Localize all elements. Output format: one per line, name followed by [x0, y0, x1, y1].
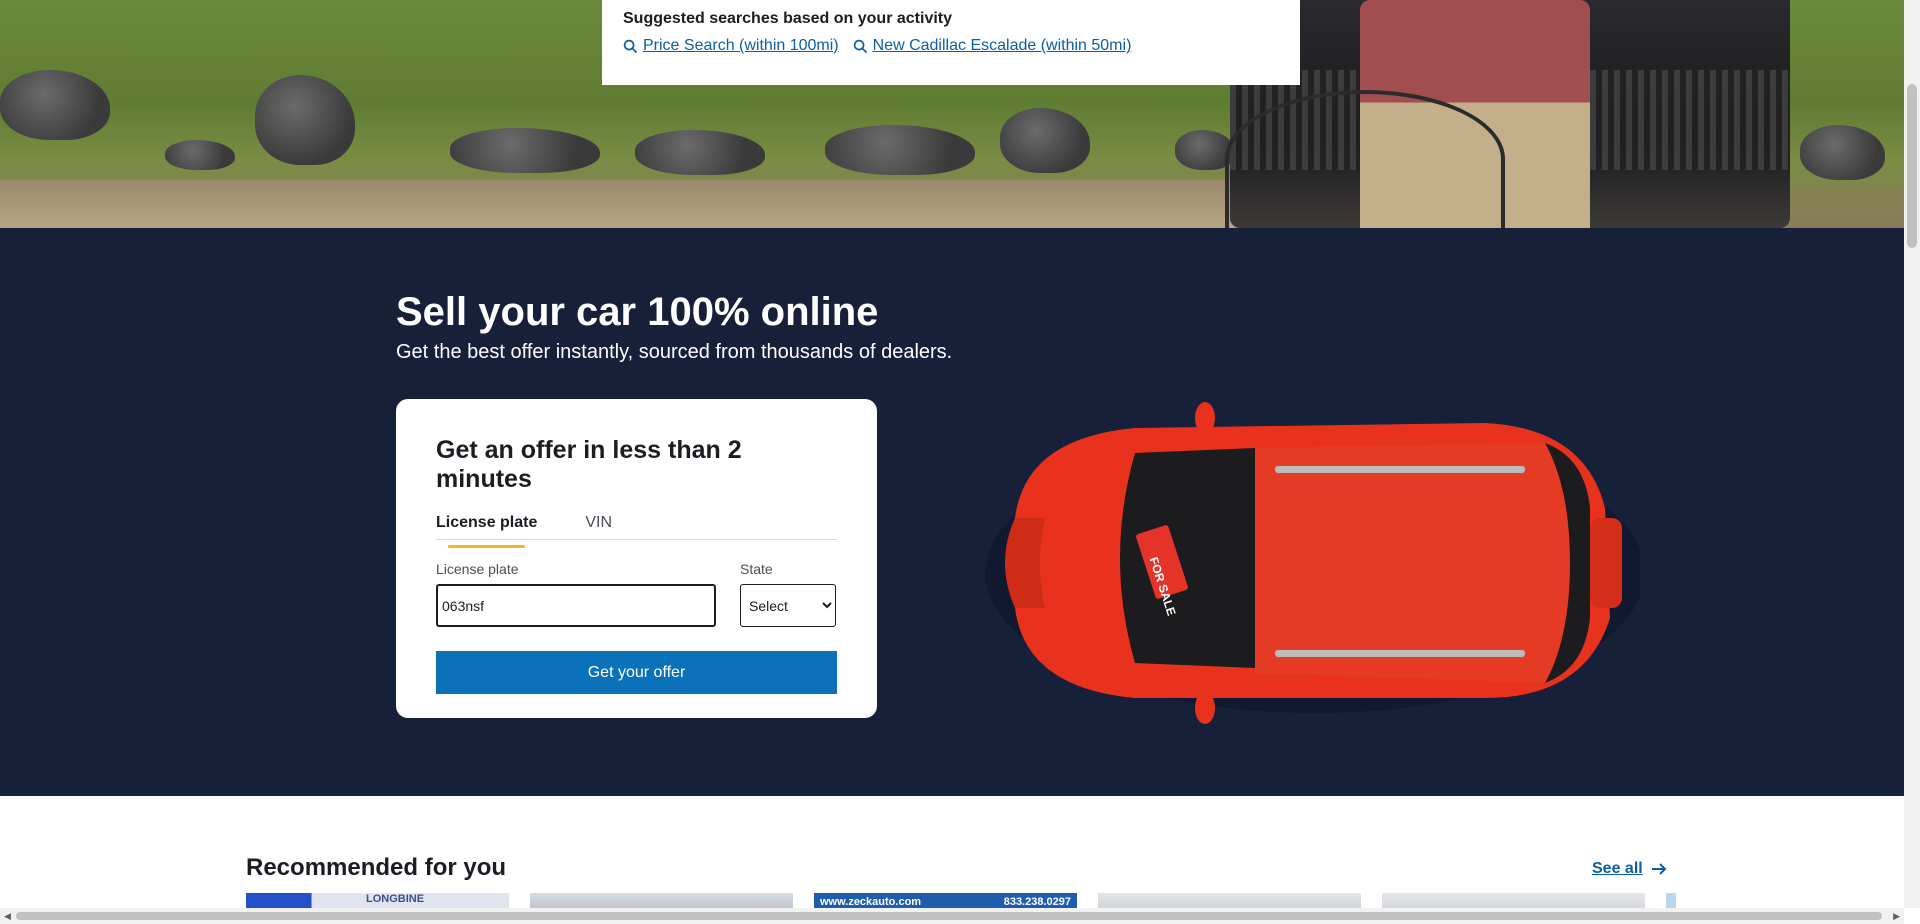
suggested-searches-title: Suggested searches based on your activit… [623, 10, 953, 27]
scroll-right-arrow-icon[interactable]: ▶ [1893, 911, 1900, 922]
suggested-search-label: Price Search (within 100mi) [643, 37, 839, 54]
suggested-searches-panel: Suggested searches based on your activit… [602, 0, 1300, 85]
get-offer-button[interactable]: Get your offer [436, 651, 837, 694]
offer-card-title: Get an offer in less than 2 minutes [436, 436, 742, 493]
see-all-link[interactable]: See all [1592, 860, 1667, 878]
vertical-scrollbar[interactable] [1904, 0, 1920, 908]
offer-tabs: License plate VIN [436, 514, 837, 548]
arrow-right-icon [1651, 863, 1667, 875]
plate-field-group: License plate [436, 561, 716, 627]
plate-field-label: License plate [436, 561, 519, 577]
sell-car-section: Sell your car 100% online Get the best o… [0, 228, 1904, 796]
offer-card: Get an offer in less than 2 minutes Lice… [396, 399, 877, 718]
tab-vin[interactable]: VIN [585, 514, 612, 539]
suggested-search-link[interactable]: Price Search (within 100mi) [623, 37, 839, 55]
red-car-image: FOR SALE [985, 402, 1640, 724]
rock-shape [825, 125, 975, 175]
state-select[interactable]: Select [740, 584, 836, 627]
see-all-label: See all [1592, 860, 1643, 877]
rock-shape [0, 70, 110, 140]
rock-shape [1000, 108, 1090, 173]
horizontal-scrollbar-thumb[interactable] [16, 912, 1882, 920]
sell-subtitle: Get the best offer instantly, sourced fr… [396, 341, 953, 363]
tab-license-plate[interactable]: License plate [436, 514, 537, 548]
rock-shape [635, 130, 765, 175]
state-field-group: State Select [740, 561, 836, 627]
sell-title: Sell your car 100% online [396, 290, 879, 334]
recommended-title: Recommended for you [246, 854, 507, 881]
suggested-searches-list: Price Search (within 100mi) New Cadillac… [623, 37, 1279, 55]
offer-fields: License plate State Select [436, 561, 837, 627]
vertical-scrollbar-thumb[interactable] [1907, 84, 1917, 248]
bicycle-image [1225, 90, 1505, 228]
rock-shape [450, 128, 600, 173]
search-icon [853, 39, 867, 53]
search-icon [623, 39, 638, 53]
scroll-left-arrow-icon[interactable]: ◀ [4, 911, 11, 922]
state-field-label: State [740, 561, 773, 577]
hero-ground [0, 180, 1300, 228]
rock-shape [1800, 125, 1885, 180]
suggested-search-label: New Cadillac Escalade (within 50mi) [872, 37, 1132, 54]
license-plate-input[interactable] [436, 584, 716, 627]
rock-shape [255, 75, 355, 165]
horizontal-scrollbar[interactable]: ◀ ▶ [0, 908, 1904, 924]
suggested-search-link[interactable]: New Cadillac Escalade (within 50mi) [853, 37, 1132, 55]
rock-shape [165, 140, 235, 170]
